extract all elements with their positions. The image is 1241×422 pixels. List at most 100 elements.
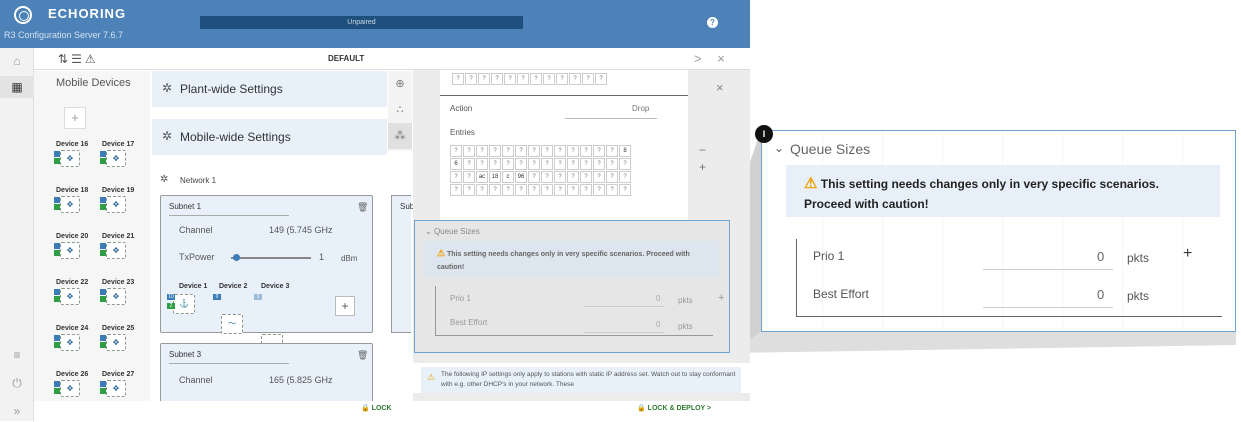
entry-cell[interactable]: ? (541, 171, 553, 183)
grid-cell[interactable]: ? (465, 73, 477, 85)
mobile-device-icon[interactable]: ✥ (100, 380, 126, 397)
entry-cell[interactable]: 8 (619, 145, 631, 157)
trash-icon[interactable]: 🗑 (357, 350, 368, 361)
mobile-device-item[interactable]: Device 26 ✥ (54, 371, 102, 397)
entry-cell[interactable]: ? (502, 158, 514, 170)
power-icon[interactable]: ⏻ (0, 372, 34, 394)
grid-cell[interactable]: ? (556, 73, 568, 85)
grid-cell[interactable]: ? (569, 73, 581, 85)
mobile-device-item[interactable]: Device 18 ✥ (54, 187, 102, 213)
mobile-device-item[interactable]: Device 23 ✥ (100, 279, 148, 305)
entry-cell[interactable]: ? (450, 184, 462, 196)
entry-cell[interactable]: ? (515, 145, 527, 157)
entry-cell[interactable]: ? (528, 145, 540, 157)
prio1-value[interactable]: 0 (1097, 249, 1104, 264)
sort-icon[interactable]: ⇅ (58, 52, 71, 66)
entry-cell[interactable]: ? (489, 145, 501, 157)
entry-cell[interactable]: ? (580, 145, 592, 157)
entry-cell[interactable]: ? (463, 171, 475, 183)
entry-cell[interactable]: ac (476, 171, 488, 183)
view-icons[interactable]: ⇅☰⚠ (58, 52, 99, 66)
mobile-device-icon[interactable]: ✥ (54, 150, 80, 167)
entry-cell[interactable]: ? (619, 158, 631, 170)
subnet-2-card[interactable]: Sub (391, 195, 414, 333)
mobile-device-item[interactable]: Device 24 ✥ (54, 325, 102, 351)
grid-cell[interactable]: ? (478, 73, 490, 85)
minus-icon[interactable]: − (699, 143, 706, 157)
grid-cell[interactable]: ? (491, 73, 503, 85)
add-icon[interactable]: + (1183, 245, 1192, 263)
grid-cell[interactable]: ? (504, 73, 516, 85)
grid-cell[interactable]: ? (582, 73, 594, 85)
mobile-device-icon[interactable]: ✥ (100, 334, 126, 351)
entry-cell[interactable]: ? (606, 158, 618, 170)
close-icon[interactable]: × (716, 80, 724, 95)
entry-cell[interactable]: c (502, 171, 514, 183)
entry-cell[interactable]: ? (515, 184, 527, 196)
plant-wide-settings-card[interactable]: ✲ Plant-wide Settings (152, 71, 387, 107)
entry-cell[interactable]: 6 (450, 158, 462, 170)
grid-cell[interactable]: ? (530, 73, 542, 85)
channel-value[interactable]: 165 (5.825 GHz (269, 375, 333, 385)
entry-cell[interactable]: ? (541, 145, 553, 157)
entry-cell[interactable]: ? (502, 145, 514, 157)
entry-cell[interactable]: ? (528, 158, 540, 170)
entry-cell[interactable]: ? (554, 171, 566, 183)
warning-icon[interactable]: ⚠ (85, 52, 99, 66)
mobile-wide-settings-card[interactable]: ✲ Mobile-wide Settings (152, 119, 387, 155)
menu-icon[interactable]: ≡ (0, 344, 34, 366)
add-device-button[interactable]: + (335, 296, 355, 316)
lock-deploy-button[interactable]: 🔒 LOCK & DEPLOY > (637, 404, 711, 412)
entry-cell[interactable]: ? (554, 145, 566, 157)
entry-cell[interactable]: ? (476, 184, 488, 196)
zoom-title[interactable]: Queue Sizes (790, 141, 870, 157)
mobile-device-icon[interactable]: ✥ (54, 334, 80, 351)
mobile-device-icon[interactable]: ✥ (54, 288, 80, 305)
entry-cell[interactable]: ? (502, 184, 514, 196)
mobile-device-icon[interactable]: ✥ (100, 196, 126, 213)
mobile-device-icon[interactable]: ✥ (100, 242, 126, 259)
entry-cell[interactable]: ? (606, 184, 618, 196)
mobile-device-item[interactable]: Device 19 ✥ (100, 187, 148, 213)
best-effort-value[interactable]: 0 (656, 320, 660, 329)
entry-cell[interactable]: ? (580, 171, 592, 183)
entry-cell[interactable]: ? (489, 158, 501, 170)
entry-cell[interactable]: ? (567, 171, 579, 183)
add-icon[interactable]: + (718, 292, 724, 304)
subnet-1-card[interactable]: Subnet 1 🗑 Channel 149 (5.745 GHz TxPowe… (160, 195, 373, 354)
grid-cell[interactable]: ? (452, 73, 464, 85)
devices-icon[interactable]: ▦ (0, 76, 34, 98)
entry-cell[interactable]: ? (528, 171, 540, 183)
expand-icon[interactable]: » (0, 400, 34, 422)
mobile-device-item[interactable]: Device 16 ✥ (54, 141, 102, 167)
entry-cell[interactable]: ? (450, 145, 462, 157)
topology-icon[interactable]: ⁂ (388, 123, 412, 149)
list-icon[interactable]: ☰ (71, 52, 85, 66)
grid-cell[interactable]: ? (543, 73, 555, 85)
mobile-device-item[interactable]: Device 21 ✥ (100, 233, 148, 259)
dots-icon[interactable]: ∴ (388, 97, 412, 123)
mobile-device-item[interactable]: Device 27 ✥ (100, 371, 148, 397)
entry-cell[interactable]: ? (489, 184, 501, 196)
subnet-3-card[interactable]: Subnet 3 🗑 Channel 165 (5.825 GHz (160, 343, 373, 403)
grid-cell[interactable]: ? (517, 73, 529, 85)
chart-device-icon[interactable]: 〜 (221, 314, 243, 334)
best-effort-value[interactable]: 0 (1097, 287, 1104, 302)
trash-icon[interactable]: 🗑 (357, 202, 368, 213)
txpower-slider[interactable] (231, 257, 311, 259)
entry-cell[interactable]: ? (593, 158, 605, 170)
entry-cell[interactable]: ? (593, 184, 605, 196)
mobile-device-item[interactable]: Device 17 ✥ (100, 141, 148, 167)
entry-cell[interactable]: ? (463, 145, 475, 157)
entry-cell[interactable]: ? (541, 158, 553, 170)
entry-cell[interactable]: ? (554, 184, 566, 196)
entry-cell[interactable]: ? (606, 171, 618, 183)
mobile-device-item[interactable]: Device 25 ✥ (100, 325, 148, 351)
entry-cell[interactable]: ? (528, 184, 540, 196)
grid-cell[interactable]: ? (595, 73, 607, 85)
toolbar-nav[interactable]: > × (694, 51, 731, 66)
txpower-value[interactable]: 1 (319, 252, 324, 262)
entry-cell[interactable]: ? (463, 158, 475, 170)
entry-cell[interactable]: ? (593, 171, 605, 183)
entry-cell[interactable]: ? (515, 158, 527, 170)
